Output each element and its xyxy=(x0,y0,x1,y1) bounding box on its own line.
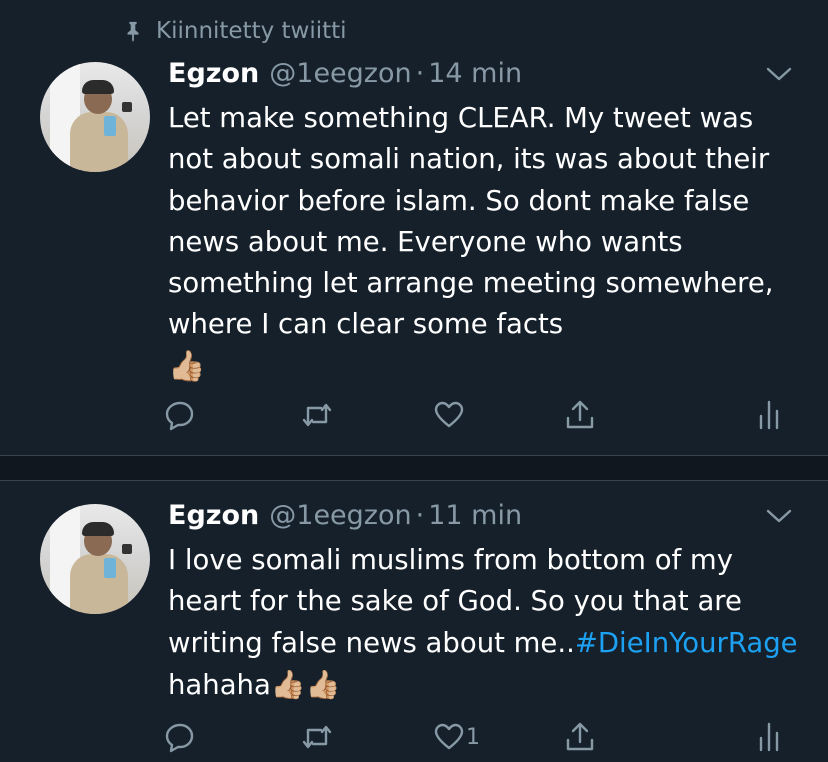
tweet-text: Let make something CLEAR. My tweet was n… xyxy=(168,98,798,388)
tweet-body: Let make something CLEAR. My tweet was n… xyxy=(168,102,774,341)
tweet-header: Egzon @1eegzon · 14 min xyxy=(168,56,788,92)
tweet-divider xyxy=(0,455,828,481)
retweet-icon xyxy=(302,403,332,427)
separator: · xyxy=(415,500,425,531)
pinned-tweet-label: Kiinnitetty twiitti xyxy=(122,18,347,44)
share-button[interactable] xyxy=(563,720,597,754)
avatar[interactable] xyxy=(40,62,150,172)
author-name[interactable]: Egzon xyxy=(168,56,259,92)
heart-icon xyxy=(434,401,464,428)
analytics-icon xyxy=(759,400,779,430)
retweet-button[interactable] xyxy=(300,720,334,754)
heart-icon xyxy=(434,723,464,750)
chevron-down-icon[interactable] xyxy=(764,504,794,528)
timestamp[interactable]: 11 min xyxy=(428,498,522,534)
tweet-body-end: hahaha xyxy=(168,668,271,701)
tweet-text: I love somali muslims from bottom of my … xyxy=(168,540,798,706)
thumbs-up-emoji: 👍🏼👍🏼 xyxy=(270,667,341,701)
share-icon xyxy=(566,722,594,751)
tweet-actions: 1 xyxy=(0,720,828,760)
pin-icon xyxy=(127,21,139,42)
analytics-button[interactable] xyxy=(752,720,786,754)
reply-icon xyxy=(165,723,194,753)
share-icon xyxy=(566,400,594,429)
pinned-label-text: Kiinnitetty twiitti xyxy=(156,18,347,44)
reply-button[interactable] xyxy=(163,720,197,754)
timestamp[interactable]: 14 min xyxy=(428,56,522,92)
reply-button[interactable] xyxy=(163,398,197,432)
tweet-header: Egzon @1eegzon · 11 min xyxy=(168,498,788,534)
chevron-down-icon[interactable] xyxy=(764,62,794,86)
thumbs-up-emoji: 👍🏼 xyxy=(168,348,206,384)
tweet-actions xyxy=(0,398,828,438)
retweet-button[interactable] xyxy=(300,398,334,432)
author-handle[interactable]: @1eegzon xyxy=(269,56,411,92)
hashtag-link[interactable]: #DieInYourRage xyxy=(575,627,798,659)
analytics-icon xyxy=(759,722,779,752)
author-name[interactable]: Egzon xyxy=(168,498,259,534)
avatar[interactable] xyxy=(40,504,150,614)
retweet-icon xyxy=(302,725,332,749)
like-count: 1 xyxy=(466,724,480,750)
separator: · xyxy=(415,58,425,89)
like-button[interactable] xyxy=(432,398,466,432)
reply-icon xyxy=(165,401,194,431)
analytics-button[interactable] xyxy=(752,398,786,432)
like-button[interactable]: 1 xyxy=(432,720,480,754)
author-handle[interactable]: @1eegzon xyxy=(269,498,411,534)
share-button[interactable] xyxy=(563,398,597,432)
